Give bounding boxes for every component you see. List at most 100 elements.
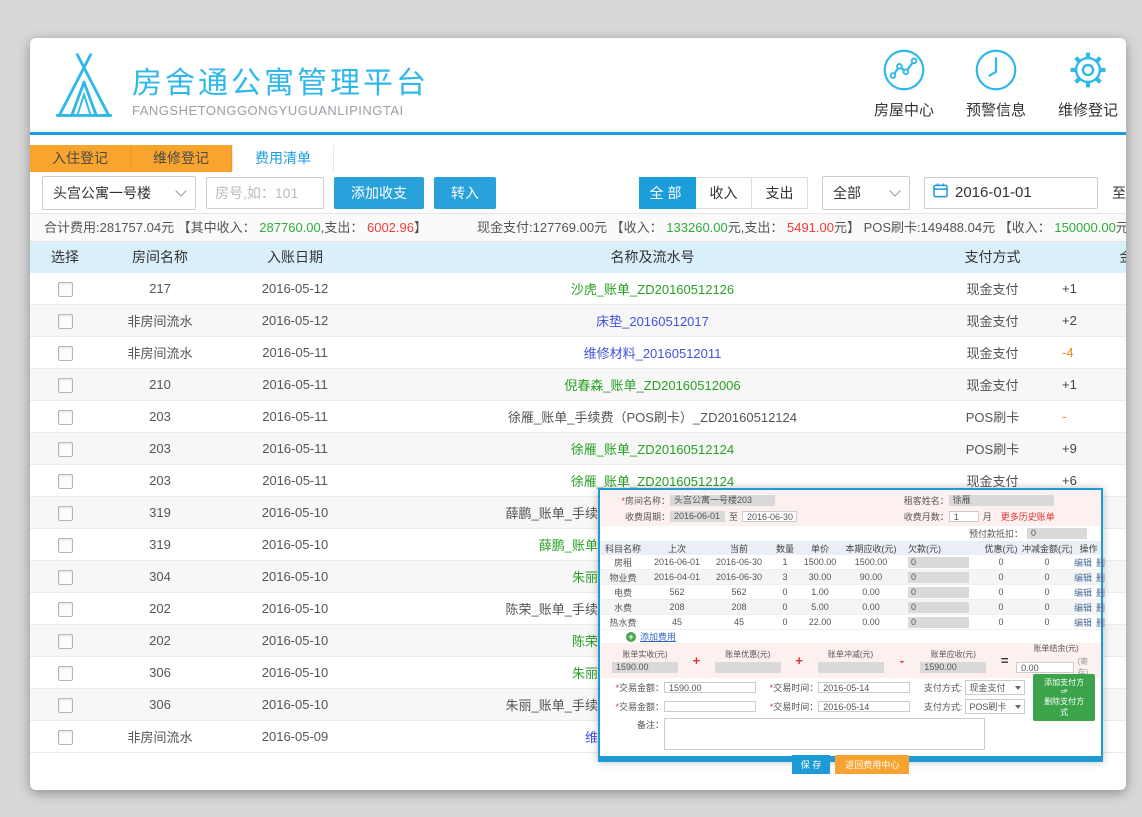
transaction-amount-input[interactable] <box>664 701 756 712</box>
select-cell <box>30 472 100 488</box>
total-input[interactable]: 1590.00 <box>920 662 986 673</box>
edit-link[interactable]: 编辑 <box>1074 588 1092 598</box>
nav-chart[interactable]: 房屋中心 <box>862 48 946 120</box>
fee-cell: 0 <box>1022 587 1072 597</box>
debt-input[interactable]: 0 <box>908 587 969 598</box>
total-input[interactable]: 1590.00 <box>612 662 678 673</box>
save-button[interactable]: 保 存 <box>792 755 831 774</box>
edit-link[interactable]: 编辑 <box>1074 603 1092 613</box>
debt-input[interactable]: 0 <box>908 557 969 568</box>
pay-method-cell: 现金支付 <box>935 343 1050 362</box>
amount-label: *交易金额： <box>606 681 664 694</box>
bill-total-4: 账单结余(元)0.00(寄存) <box>1019 643 1093 678</box>
payment-method-value: 现金支付 <box>969 681 1005 694</box>
payment-method-select[interactable]: POS刷卡 <box>965 699 1025 714</box>
transaction-time-input[interactable]: 2016-05-14 <box>818 682 910 693</box>
payment-method-select[interactable]: 现金支付 <box>965 680 1025 695</box>
debt-input[interactable]: 0 <box>908 602 969 613</box>
segment-支出[interactable]: 支出 <box>752 177 808 209</box>
segment-收入[interactable]: 收入 <box>696 177 752 209</box>
edit-link[interactable]: 编辑 <box>1074 618 1092 628</box>
total-input[interactable] <box>715 662 781 673</box>
period-from-input[interactable]: 2016-06-01 <box>670 511 725 522</box>
delete-link[interactable]: 删除 <box>1096 558 1105 568</box>
bill-name-link[interactable]: 维修材料_20160512011 <box>370 343 935 362</box>
fee-table-body: 房租2016-06-012016-06-3011500.001500.00000… <box>600 555 1101 630</box>
time-label: *交易时间： <box>770 681 819 694</box>
debt-input[interactable]: 0 <box>908 572 969 583</box>
fee-cell: 0 <box>980 587 1022 597</box>
row-checkbox[interactable] <box>58 634 73 649</box>
row-checkbox[interactable] <box>58 314 73 329</box>
nav-gear[interactable]: 维修登记 <box>1046 48 1126 120</box>
edit-link[interactable]: 编辑 <box>1074 573 1092 583</box>
transaction-amount-input[interactable]: 1590.00 <box>664 682 756 693</box>
delete-link[interactable]: 删除 <box>1096 618 1105 628</box>
history-bills-link[interactable]: 更多历史账单 <box>1001 510 1055 523</box>
row-checkbox[interactable] <box>58 474 73 489</box>
total-value-row: 1590.00 <box>612 662 678 673</box>
fee-row: 水费20820805.000.00000编辑删除 <box>600 600 1101 615</box>
row-checkbox[interactable] <box>58 378 73 393</box>
row-checkbox[interactable] <box>58 570 73 585</box>
date-from-input[interactable]: 2016-01-01 <box>924 177 1098 209</box>
row-checkbox[interactable] <box>58 410 73 425</box>
prepay-label: 预付款抵扣： <box>969 527 1023 540</box>
row-checkbox[interactable] <box>58 730 73 745</box>
tenant-name-input[interactable]: 徐雁 <box>949 495 1054 506</box>
prepay-input[interactable]: 0 <box>1027 528 1087 539</box>
bill-name-link[interactable]: 沙虎_账单_ZD20160512126 <box>370 279 935 298</box>
add-income-expense-button[interactable]: 添加收支 <box>334 177 424 209</box>
chevron-down-icon <box>175 185 186 196</box>
row-checkbox[interactable] <box>58 506 73 521</box>
period-to-input[interactable]: 2016-06-30 <box>742 511 797 522</box>
ops-cell: 编辑删除 <box>1072 601 1105 614</box>
edit-link[interactable]: 编辑 <box>1074 558 1092 568</box>
row-checkbox[interactable] <box>58 538 73 553</box>
nav-clock[interactable]: 预警信息 <box>954 48 1038 120</box>
transfer-in-button[interactable]: 转入 <box>434 177 496 209</box>
header-divider <box>30 132 1126 135</box>
row-checkbox[interactable] <box>58 282 73 297</box>
room-name-input[interactable]: 头宫公寓一号楼203 <box>670 495 775 506</box>
total-input[interactable] <box>818 662 884 673</box>
months-input[interactable]: 1 <box>949 511 979 522</box>
add-fee-link[interactable]: 添加费用 <box>640 630 676 643</box>
fee-cell: 物业费 <box>600 571 646 584</box>
total-input[interactable]: 0.00 <box>1016 662 1074 673</box>
pay-type-select[interactable]: 全部 <box>822 176 910 210</box>
row-checkbox[interactable] <box>58 442 73 457</box>
segment-全部[interactable]: 全部 <box>639 177 696 209</box>
bill-name-link[interactable]: 倪春森_账单_ZD20160512006 <box>370 375 935 394</box>
row-checkbox[interactable] <box>58 698 73 713</box>
tab-费用清单[interactable]: 费用清单 <box>232 145 334 172</box>
clock-icon <box>974 48 1018 94</box>
tab-维修登记[interactable]: 维修登记 <box>131 145 232 172</box>
amount-cell: -4 <box>1050 345 1126 360</box>
bill-name-link[interactable]: 床垫_20160512017 <box>370 311 935 330</box>
tab-入住登记[interactable]: 入住登记 <box>30 145 131 172</box>
summary-text: 合计费用:281757.04元 【其中收入： <box>44 220 259 235</box>
row-checkbox[interactable] <box>58 602 73 617</box>
debt-input[interactable]: 0 <box>908 617 969 628</box>
transaction-time-input[interactable]: 2016-05-14 <box>818 701 910 712</box>
delete-link[interactable]: 删除 <box>1096 588 1105 598</box>
date-cell: 2016-05-11 <box>220 345 370 360</box>
date-from-value: 2016-01-01 <box>955 184 1032 201</box>
column-header: 入账日期 <box>220 242 370 273</box>
delete-link[interactable]: 删除 <box>1096 603 1105 613</box>
delete-link[interactable]: 删除 <box>1096 573 1105 583</box>
debt-cell: 0 <box>902 557 980 568</box>
method-label: 支付方式: <box>924 700 963 713</box>
remark-textarea[interactable] <box>664 718 985 750</box>
row-checkbox[interactable] <box>58 346 73 361</box>
bill-name-link[interactable]: 徐雁_账单_ZD20160512124 <box>370 439 935 458</box>
fee-cell: 45 <box>708 617 770 627</box>
room-number-input[interactable] <box>206 177 324 209</box>
building-select[interactable]: 头宫公寓一号楼 <box>42 176 196 210</box>
column-header: 选择 <box>30 242 100 273</box>
return-fee-center-button[interactable]: 返回费用中心 <box>835 755 909 774</box>
delete-payment-method-button[interactable]: 删除支付方式 <box>1033 693 1095 721</box>
row-checkbox[interactable] <box>58 666 73 681</box>
add-fee-row: + 添加费用 <box>600 630 1101 643</box>
